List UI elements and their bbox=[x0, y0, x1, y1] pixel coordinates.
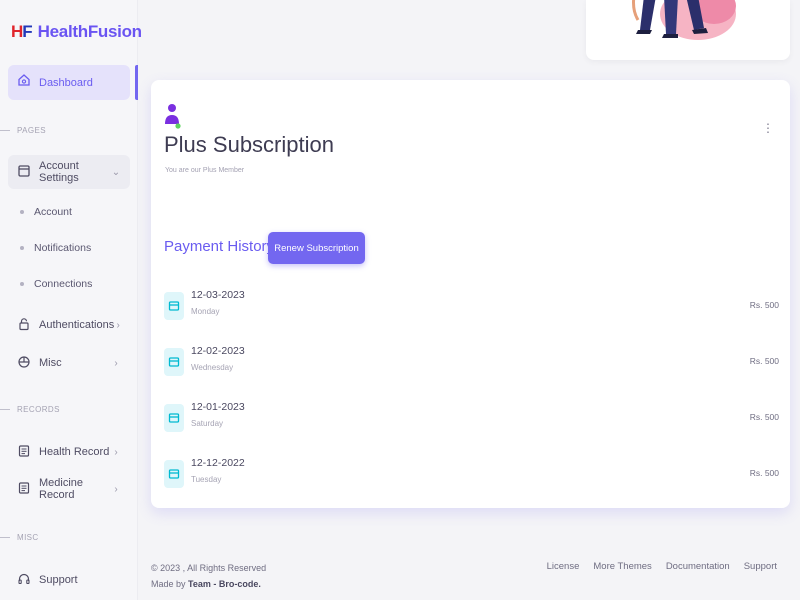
payment-date: 12-02-2023 bbox=[191, 345, 245, 357]
payment-row[interactable]: 12-01-2023 Saturday Rs. 500 bbox=[164, 398, 779, 438]
sidebar-item-medicine-record[interactable]: Medicine Record › bbox=[8, 472, 130, 506]
bullet-icon bbox=[20, 246, 24, 250]
footer-info: © 2023 , All Rights Reserved Made by Tea… bbox=[151, 560, 266, 592]
chevron-right-icon: › bbox=[114, 483, 118, 495]
footer-link-documentation[interactable]: Documentation bbox=[666, 561, 730, 572]
section-header-pages: PAGES bbox=[0, 126, 46, 135]
sidebar-item-dashboard[interactable]: Dashboard bbox=[8, 65, 130, 100]
payment-row[interactable]: 12-02-2023 Wednesday Rs. 500 bbox=[164, 342, 779, 382]
team-link[interactable]: Team - Bro-code. bbox=[188, 579, 261, 589]
sidebar-subitem-notifications[interactable]: Notifications bbox=[20, 242, 91, 254]
illustration-card bbox=[586, 0, 790, 60]
home-icon bbox=[17, 73, 31, 92]
sidebar-item-label: Account Settings bbox=[39, 160, 79, 184]
people-illustration bbox=[632, 0, 736, 40]
sidebar-item-label: Support bbox=[39, 574, 78, 586]
file-icon bbox=[17, 444, 31, 461]
sidebar-item-authentications[interactable]: Authentications › bbox=[8, 308, 130, 342]
brand-name: HealthFusion bbox=[37, 22, 142, 41]
section-header-misc: MISC bbox=[0, 533, 39, 542]
payment-amount: Rs. 500 bbox=[749, 412, 779, 422]
chevron-right-icon: › bbox=[116, 319, 120, 331]
sidebar-item-label: Misc bbox=[39, 357, 62, 369]
lock-icon bbox=[17, 317, 31, 334]
more-options-icon[interactable]: ⋮ bbox=[762, 122, 774, 134]
wallet-icon bbox=[164, 348, 184, 376]
sidebar: HF HealthFusion Dashboard PAGES Account … bbox=[0, 0, 142, 600]
headphones-icon bbox=[17, 572, 31, 589]
box-icon bbox=[17, 355, 31, 372]
payment-history-title: Payment History bbox=[164, 238, 275, 255]
sidebar-item-label: Medicine Record bbox=[39, 477, 84, 501]
payment-day: Tuesday bbox=[191, 475, 222, 484]
bullet-icon bbox=[20, 282, 24, 286]
active-indicator bbox=[135, 65, 138, 100]
payment-day: Saturday bbox=[191, 419, 224, 428]
payment-amount: Rs. 500 bbox=[749, 356, 779, 366]
footer-link-support[interactable]: Support bbox=[744, 561, 777, 572]
payment-date: 12-03-2023 bbox=[191, 289, 245, 301]
sidebar-item-label: Authentications bbox=[39, 319, 115, 331]
footer-links: License More Themes Documentation Suppor… bbox=[547, 561, 777, 572]
payment-day: Wednesday bbox=[191, 363, 234, 372]
payment-row[interactable]: 12-12-2022 Tuesday Rs. 500 bbox=[164, 454, 779, 494]
payment-date: 12-12-2022 bbox=[191, 457, 245, 469]
card-icon bbox=[17, 164, 31, 181]
chevron-down-icon: ⌄ bbox=[111, 166, 121, 178]
file-icon bbox=[17, 481, 31, 498]
brand-logo: HF bbox=[11, 22, 33, 41]
brand[interactable]: HF HealthFusion bbox=[11, 22, 142, 42]
wallet-icon bbox=[164, 404, 184, 432]
copyright-text: © 2023 , All Rights Reserved bbox=[151, 563, 267, 573]
sidebar-subitem-connections[interactable]: Connections bbox=[20, 278, 92, 290]
renew-subscription-button[interactable]: Renew Subscription bbox=[268, 232, 365, 264]
sidebar-item-misc[interactable]: Misc › bbox=[8, 346, 130, 380]
made-by-text: Made by Team - Bro-code. bbox=[151, 579, 261, 589]
payment-amount: Rs. 500 bbox=[749, 468, 779, 478]
payment-row[interactable]: 12-03-2023 Monday Rs. 500 bbox=[164, 286, 779, 326]
chevron-right-icon: › bbox=[114, 446, 118, 458]
wallet-icon bbox=[164, 292, 184, 320]
payment-date: 12-01-2023 bbox=[191, 401, 245, 413]
bullet-icon bbox=[20, 210, 24, 214]
sidebar-item-support[interactable]: Support bbox=[8, 563, 130, 597]
sidebar-item-account-settings[interactable]: Account Settings ⌄ bbox=[8, 155, 130, 189]
chevron-right-icon: › bbox=[114, 357, 118, 369]
sidebar-item-label: Dashboard bbox=[39, 76, 93, 89]
sidebar-item-health-record[interactable]: Health Record › bbox=[8, 435, 130, 469]
subscription-subtitle: You are our Plus Member bbox=[165, 167, 245, 174]
wallet-icon bbox=[164, 460, 184, 488]
footer-link-more-themes[interactable]: More Themes bbox=[593, 561, 651, 572]
subscription-card: Plus Subscription You are our Plus Membe… bbox=[151, 80, 790, 508]
sidebar-item-label: Health Record bbox=[39, 446, 110, 458]
sidebar-subitem-account[interactable]: Account bbox=[20, 206, 72, 218]
section-header-records: RECORDS bbox=[0, 405, 60, 414]
footer-link-license[interactable]: License bbox=[547, 561, 580, 572]
payment-day: Monday bbox=[191, 307, 220, 316]
payment-amount: Rs. 500 bbox=[749, 300, 779, 310]
subscription-title: Plus Subscription bbox=[164, 132, 334, 157]
